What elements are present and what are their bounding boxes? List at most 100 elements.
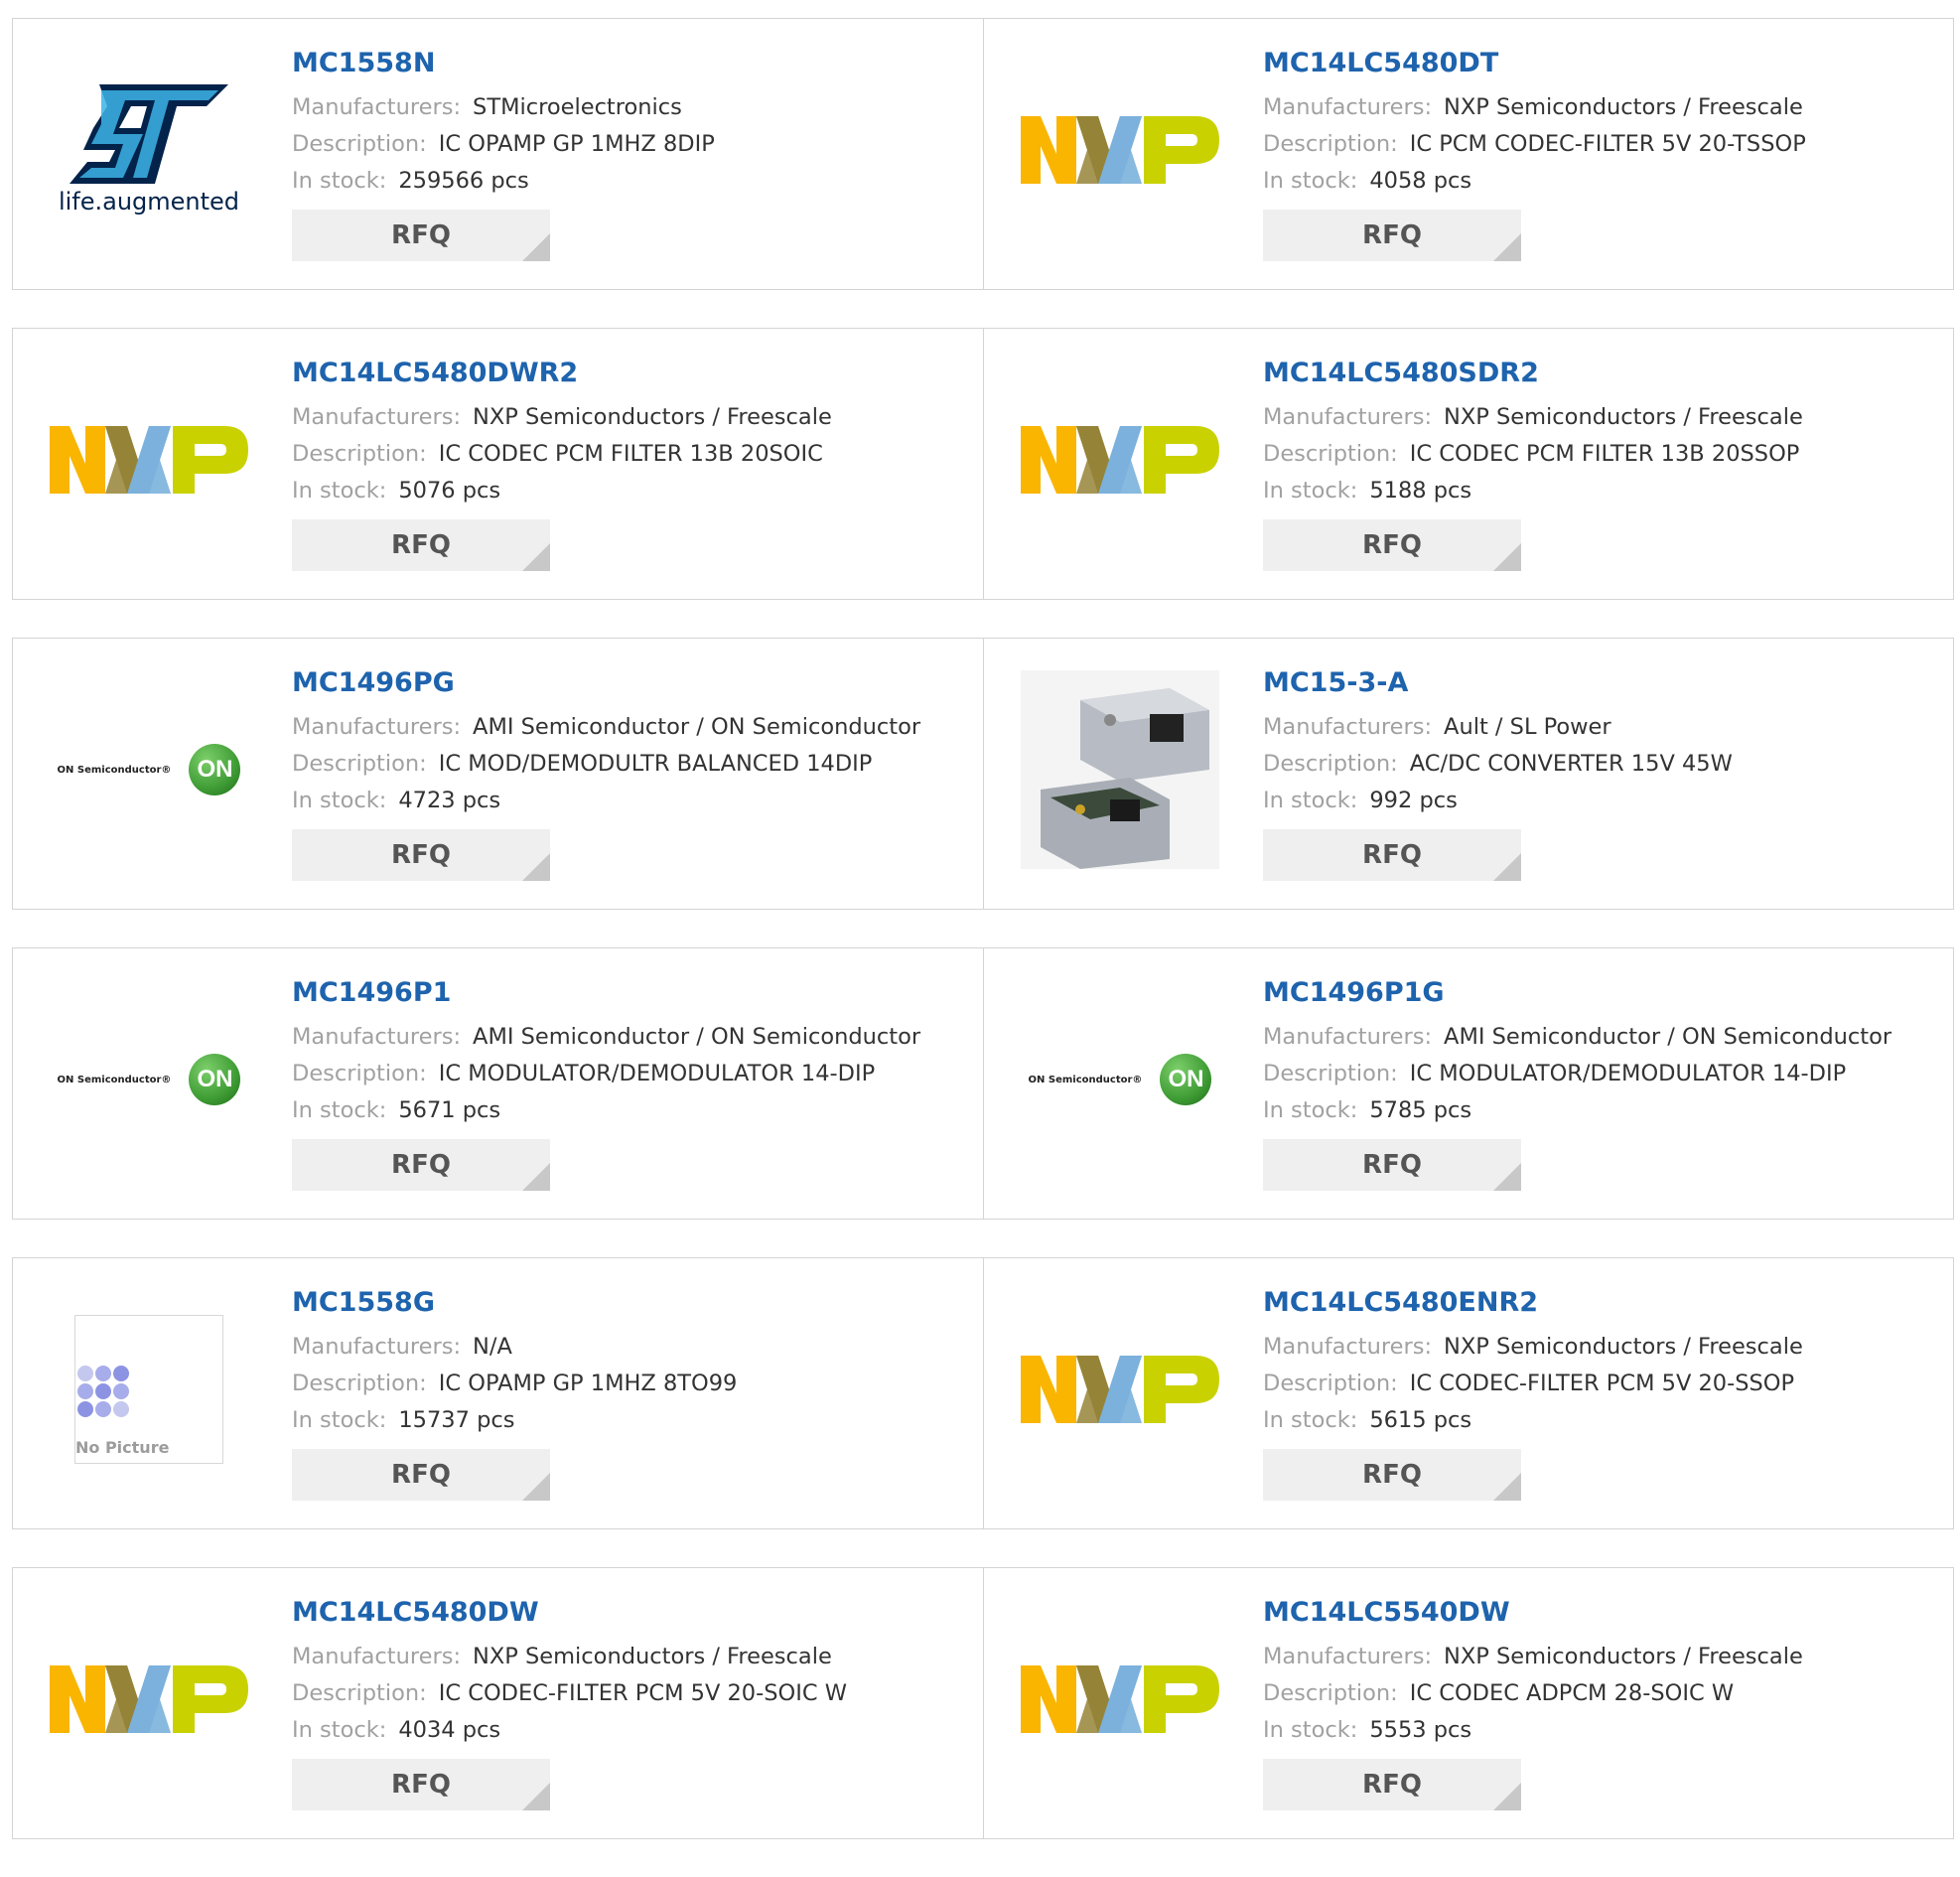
corner-triangle [522,543,550,571]
on-badge-icon: ON [189,744,241,795]
part-number-link[interactable]: MC14LC5540DW [1263,1596,1943,1630]
product-row: No Picture MC1558G Manufacturers: N/A Des… [12,1257,1954,1529]
manufacturer-value: AMI Semiconductor / ON Semiconductor [1444,1024,1892,1050]
description-line: Description: IC PCM CODEC-FILTER 5V 20-TS… [1263,126,1943,163]
description-value: IC MODULATOR/DEMODULATOR 14-DIP [438,1061,876,1086]
product-info: MC1558N Manufacturers: STMicroelectronics… [292,47,973,261]
stock-line: In stock: 5076 pcs [292,473,973,509]
rfq-button[interactable]: RFQ [1263,1139,1521,1191]
manufacturer-line: Manufacturers: AMI Semiconductor / ON Sem… [292,709,973,746]
rfq-label: RFQ [391,1770,451,1800]
description-line: Description: IC CODEC PCM FILTER 13B 20SO… [292,436,973,473]
part-number-link[interactable]: MC14LC5480DT [1263,47,1943,80]
part-number-link[interactable]: MC1558G [292,1286,973,1320]
rfq-button[interactable]: RFQ [292,1449,550,1501]
rfq-label: RFQ [391,530,451,560]
product-info: MC1496P1 Manufacturers: AMI Semiconductor… [292,976,973,1191]
description-value: IC OPAMP GP 1MHZ 8DIP [438,131,715,157]
in-stock-label: In stock: [1263,1717,1358,1743]
part-number-link[interactable]: MC15-3-A [1263,666,1943,700]
rfq-button[interactable]: RFQ [292,1139,550,1191]
rfq-label: RFQ [1362,1460,1422,1490]
description-value: IC CODEC-FILTER PCM 5V 20-SSOP [1409,1371,1795,1396]
rfq-button[interactable]: RFQ [292,210,550,261]
power-supply-photo-icon [1021,670,1219,869]
manufacturers-label: Manufacturers: [292,404,462,430]
rfq-label: RFQ [1362,1150,1422,1180]
description-line: Description: IC CODEC-FILTER PCM 5V 20-SS… [1263,1366,1943,1402]
rfq-button[interactable]: RFQ [292,1759,550,1810]
product-info: MC14LC5480ENR2 Manufacturers: NXP Semicon… [1263,1286,1943,1501]
description-value: IC MOD/DEMODULTR BALANCED 14DIP [438,751,873,777]
stock-value: 992 pcs [1369,788,1458,813]
description-line: Description: IC CODEC ADPCM 28-SOIC W [1263,1675,1943,1712]
nxp-logo-icon [50,1665,248,1733]
stock-line: In stock: 5785 pcs [1263,1092,1943,1129]
on-semiconductor-wordmark: ON Semiconductor® [57,764,172,776]
no-picture-label: No Picture [75,1438,170,1457]
stock-line: In stock: 4034 pcs [292,1712,973,1749]
nxp-logo [50,1625,248,1774]
manufacturer-value: NXP Semiconductors / Freescale [473,404,832,430]
part-number-link[interactable]: MC1496P1 [292,976,973,1010]
stock-value: 5553 pcs [1369,1717,1472,1743]
rfq-label: RFQ [1362,220,1422,250]
stock-line: In stock: 5615 pcs [1263,1402,1943,1439]
manufacturers-label: Manufacturers: [292,94,462,120]
in-stock-label: In stock: [292,478,387,504]
manufacturer-line: Manufacturers: NXP Semiconductors / Frees… [292,1639,973,1675]
rfq-button[interactable]: RFQ [1263,210,1521,261]
stock-value: 259566 pcs [398,168,529,194]
description-value: IC CODEC PCM FILTER 13B 20SSOP [1409,441,1800,467]
st-logo: life.augmented [50,75,248,224]
nxp-logo-icon [50,426,248,494]
stock-value: 4034 pcs [398,1717,501,1743]
on-semiconductor-wordmark: ON Semiconductor® [1028,1074,1143,1085]
description-line: Description: IC MODULATOR/DEMODULATOR 14-… [292,1056,973,1092]
on-badge-icon: ON [1160,1054,1212,1105]
rfq-button[interactable]: RFQ [1263,1449,1521,1501]
stock-value: 5671 pcs [398,1097,501,1123]
manufacturers-label: Manufacturers: [1263,1644,1433,1669]
no-picture-icon [77,1366,129,1417]
rfq-button[interactable]: RFQ [1263,519,1521,571]
rfq-label: RFQ [391,220,451,250]
corner-triangle [522,853,550,881]
rfq-button[interactable]: RFQ [292,829,550,881]
rfq-label: RFQ [1362,840,1422,870]
rfq-button[interactable]: RFQ [1263,829,1521,881]
manufacturers-label: Manufacturers: [1263,1024,1433,1050]
part-number-link[interactable]: MC1496P1G [1263,976,1943,1010]
corner-triangle [522,1163,550,1191]
nxp-logo-icon [1021,116,1219,184]
nxp-logo [1021,75,1219,224]
corner-triangle [522,1473,550,1501]
manufacturer-value: NXP Semiconductors / Freescale [1444,1334,1803,1360]
stock-value: 5076 pcs [398,478,501,504]
stock-line: In stock: 4723 pcs [292,783,973,819]
description-line: Description: IC OPAMP GP 1MHZ 8TO99 [292,1366,973,1402]
rfq-button[interactable]: RFQ [1263,1759,1521,1810]
part-number-link[interactable]: MC14LC5480DWR2 [292,357,973,390]
product-card: life.augmented MC1558N Manufacturers: STM… [13,19,983,289]
product-card: ON Semiconductor® ON MC1496PG Manufacture… [13,639,983,909]
in-stock-label: In stock: [1263,788,1358,813]
part-number-link[interactable]: MC14LC5480ENR2 [1263,1286,1943,1320]
part-number-link[interactable]: MC1558N [292,47,973,80]
manufacturer-value: AMI Semiconductor / ON Semiconductor [473,1024,921,1050]
manufacturers-label: Manufacturers: [1263,94,1433,120]
rfq-button[interactable]: RFQ [292,519,550,571]
product-row: ON Semiconductor® ON MC1496P1 Manufacture… [12,947,1954,1220]
description-label: Description: [292,1061,427,1086]
manufacturer-line: Manufacturers: NXP Semiconductors / Frees… [292,399,973,436]
part-number-link[interactable]: MC1496PG [292,666,973,700]
part-number-link[interactable]: MC14LC5480SDR2 [1263,357,1943,390]
part-number-link[interactable]: MC14LC5480DW [292,1596,973,1630]
manufacturer-value: STMicroelectronics [473,94,682,120]
corner-triangle [522,1783,550,1810]
description-label: Description: [292,131,427,157]
stock-value: 5188 pcs [1369,478,1472,504]
manufacturer-line: Manufacturers: NXP Semiconductors / Frees… [1263,1639,1943,1675]
product-info: MC1558G Manufacturers: N/A Description: IC… [292,1286,973,1501]
description-value: AC/DC CONVERTER 15V 45W [1409,751,1733,777]
